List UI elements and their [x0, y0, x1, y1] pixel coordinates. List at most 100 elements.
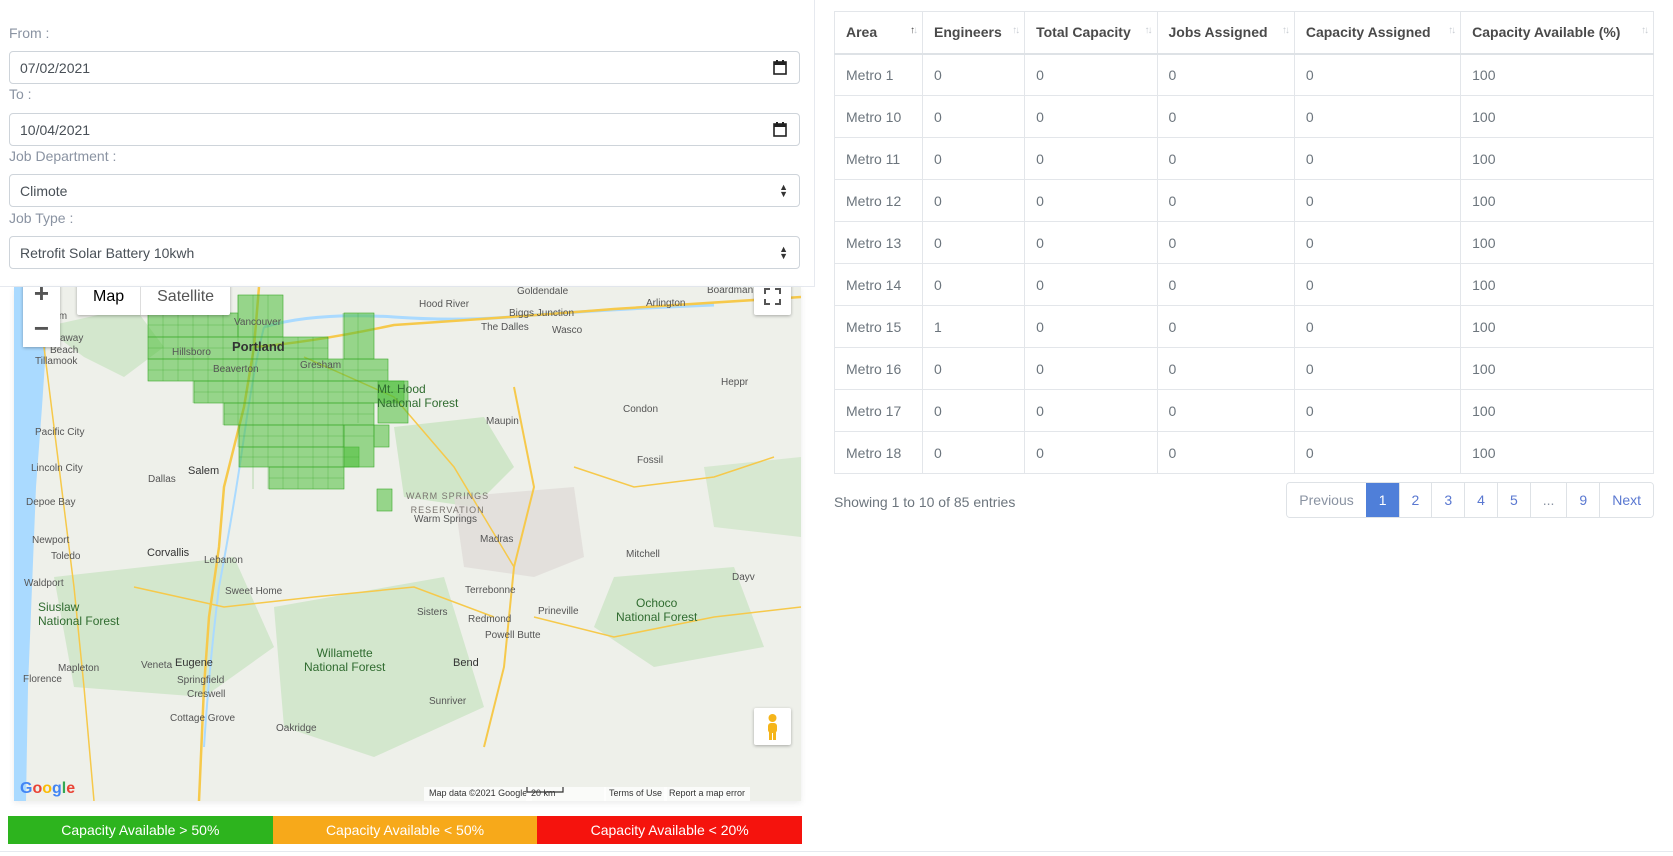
map-label-heppner: Heppr — [721, 377, 749, 388]
from-date-input[interactable]: 07/02/2021 — [9, 51, 800, 84]
map-label-toledo: Toledo — [51, 551, 81, 562]
map-label-arlington: Arlington — [646, 298, 686, 309]
page-button-5[interactable]: 5 — [1496, 483, 1530, 517]
map-type-satellite-button[interactable]: Satellite — [141, 287, 230, 315]
table-row: Metro 15 1 0 0 0 100 — [833, 305, 1654, 348]
map-label-redmond: Redmond — [468, 614, 512, 625]
table-cell: Metro 10 — [833, 95, 924, 138]
map-label-warm-springs-res: WARM SPRINGS RESERVATION — [406, 491, 490, 515]
map-type-map-button[interactable]: Map — [77, 287, 142, 315]
map-data-attribution: Map data ©2021 Google — [424, 787, 533, 801]
column-header-area[interactable]: Area ↑↓ — [833, 11, 924, 55]
map-label-pacific-city: Pacific City — [35, 427, 85, 438]
header-label: Jobs Assigned — [1168, 24, 1268, 41]
map-label-madras: Madras — [480, 534, 514, 545]
fullscreen-button[interactable] — [754, 287, 791, 315]
map-label-mapleton: Mapleton — [58, 663, 100, 674]
divider — [0, 851, 1673, 852]
table-cell: Metro 16 — [833, 347, 924, 390]
map-label-beaverton: Beaverton — [213, 364, 259, 375]
jobtype-select[interactable]: Retrofit Solar Battery 10kwh ▲ ▼ — [9, 236, 800, 269]
table-row: Metro 11 0 0 0 0 100 — [833, 137, 1654, 180]
map-label-siuslaw: Siuslaw National Forest — [38, 600, 120, 628]
table-cell: 0 — [1024, 305, 1158, 348]
table-cell: 100 — [1460, 431, 1654, 474]
fullscreen-icon — [764, 288, 781, 305]
table-cell: 100 — [1460, 137, 1654, 180]
to-date-input[interactable]: 10/04/2021 — [9, 113, 800, 146]
map-label-veneta: Veneta — [141, 660, 173, 671]
street-view-button[interactable] — [754, 708, 791, 745]
map-label-dallas: Dallas — [148, 474, 176, 485]
table-row: Metro 13 0 0 0 0 100 — [833, 221, 1654, 264]
jobtype-label: Job Type : — [9, 210, 74, 226]
map-label-sisters: Sisters — [417, 607, 448, 618]
table-cell: 100 — [1460, 221, 1654, 264]
table-cell: 0 — [1156, 347, 1295, 390]
column-header-jobs-assigned[interactable]: Jobs Assigned ↑↓ — [1156, 11, 1295, 55]
map-label-sunriver: Sunriver — [429, 696, 467, 707]
table-cell: Metro 14 — [833, 263, 924, 306]
map-label-maupin: Maupin — [486, 416, 519, 427]
table-cell: 0 — [1024, 221, 1158, 264]
table-cell: Metro 11 — [833, 137, 924, 180]
map-label-corvallis: Corvallis — [147, 547, 190, 559]
department-label: Job Department : — [9, 148, 117, 164]
table-cell: 100 — [1460, 95, 1654, 138]
page-button-2[interactable]: 2 — [1398, 483, 1432, 517]
table-cell: 0 — [1024, 179, 1158, 222]
table-cell: 0 — [922, 95, 1026, 138]
map-scale: 20 km — [526, 787, 606, 801]
zoom-in-button[interactable]: + — [23, 287, 60, 312]
table-cell: 0 — [1024, 95, 1158, 138]
table-row: Metro 18 0 0 0 0 100 — [833, 431, 1654, 474]
header-label: Capacity Assigned — [1305, 24, 1431, 41]
previous-button[interactable]: Previous — [1287, 483, 1366, 517]
select-arrows-icon: ▲ ▼ — [779, 244, 788, 261]
table-cell: 0 — [1156, 137, 1295, 180]
legend-low: Capacity Available < 20% — [537, 816, 803, 844]
table-cell: 0 — [1293, 389, 1462, 432]
department-select[interactable]: Climote ▲ ▼ — [9, 174, 800, 207]
column-header-engineers[interactable]: Engineers ↑↓ — [922, 11, 1026, 55]
sort-icon: ↑↓ — [1144, 25, 1153, 36]
page-button-3[interactable]: 3 — [1431, 483, 1465, 517]
table-row: Metro 14 0 0 0 0 100 — [833, 263, 1654, 306]
map-label-waldport: Waldport — [24, 578, 64, 589]
page-button-4[interactable]: 4 — [1464, 483, 1497, 517]
column-header-capacity-available[interactable]: Capacity Available (%) ↑↓ — [1460, 11, 1654, 55]
sort-icon: ↑↓ — [1012, 25, 1020, 36]
zoom-out-button[interactable]: − — [23, 312, 60, 347]
map-label-wasco: Wasco — [552, 325, 583, 336]
legend-medium: Capacity Available < 50% — [272, 816, 538, 844]
report-map-error-link[interactable]: Report a map error — [664, 787, 751, 801]
capacity-map[interactable]: Goldendale Boardman Hood River Arlington… — [14, 287, 801, 801]
table-cell: Metro 12 — [833, 179, 924, 222]
column-header-capacity-assigned[interactable]: Capacity Assigned ↑↓ — [1293, 11, 1462, 55]
page-button-9[interactable]: 9 — [1566, 483, 1600, 517]
table-cell: 100 — [1460, 263, 1654, 306]
column-header-total-capacity[interactable]: Total Capacity ↑↓ — [1024, 11, 1158, 55]
map-label-mt-hood: Mt. Hood National Forest — [377, 382, 459, 410]
map-label-hillsboro: Hillsboro — [172, 347, 211, 358]
sort-icon: ↑↓ — [1641, 25, 1649, 36]
table-row: Metro 1 0 0 0 0 100 — [833, 53, 1654, 96]
table-cell: Metro 17 — [833, 389, 924, 432]
table-cell: 0 — [922, 137, 1026, 180]
table-cell: 100 — [1460, 179, 1654, 222]
map-label-creswell: Creswell — [187, 689, 226, 700]
terms-link[interactable]: Terms of Use — [604, 787, 668, 801]
table-cell: Metro 13 — [833, 221, 924, 264]
page-button-1[interactable]: 1 — [1365, 483, 1399, 517]
table-cell: Metro 18 — [833, 431, 924, 474]
map-label-lincoln-city: Lincoln City — [31, 463, 83, 474]
table-cell: 100 — [1460, 347, 1654, 390]
table-cell: 0 — [1156, 389, 1295, 432]
table-cell: Metro 1 — [833, 53, 924, 96]
next-button[interactable]: Next — [1599, 483, 1653, 517]
table-cell: 0 — [1156, 305, 1295, 348]
calendar-icon[interactable] — [773, 60, 787, 75]
pagination: Previous 1 2 3 4 5... 9 Next — [1286, 482, 1654, 518]
calendar-icon[interactable] — [773, 122, 787, 137]
from-label: From : — [9, 25, 50, 41]
